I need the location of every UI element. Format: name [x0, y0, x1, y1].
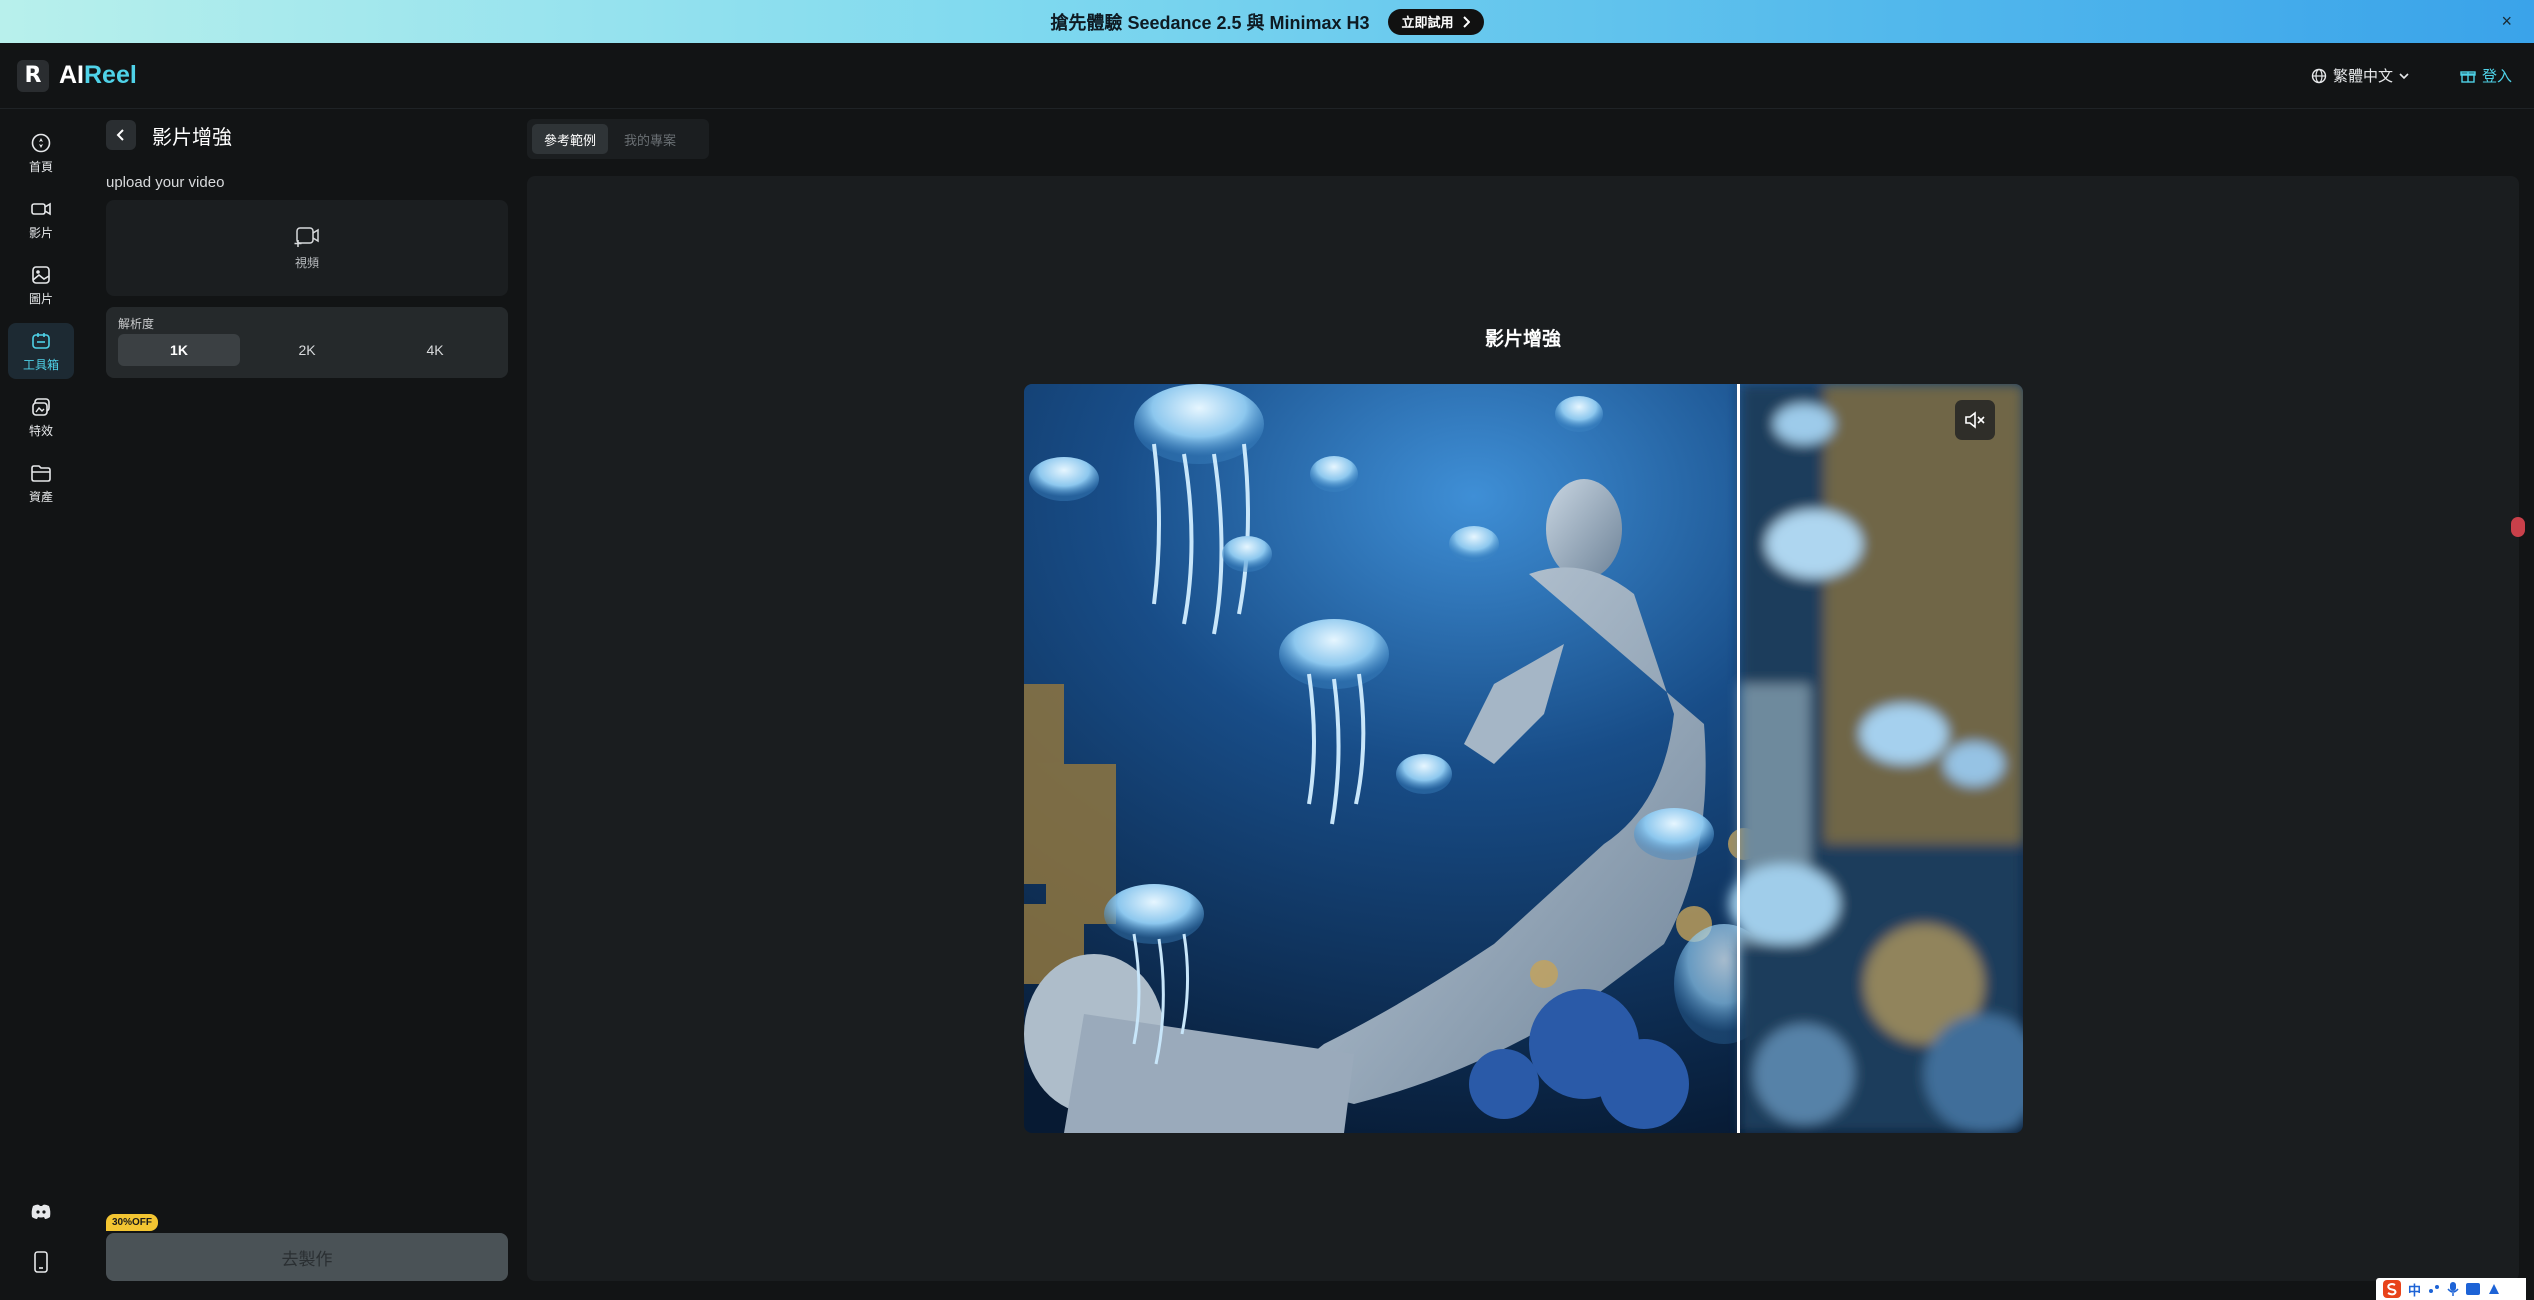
- panel-header: 影片增強: [106, 120, 232, 150]
- resolution-label: 解析度: [118, 317, 155, 331]
- resolution-option-2k[interactable]: 2K: [246, 334, 368, 366]
- resolution-option-4k[interactable]: 4K: [374, 334, 496, 366]
- main-tabs: 參考範例 我的專案: [527, 119, 709, 159]
- ime-punct-icon: [2429, 1285, 2440, 1293]
- rail-label-assets: 資產: [28, 489, 53, 504]
- rail-item-effects[interactable]: 特效: [8, 389, 74, 445]
- rail-item-image[interactable]: 圖片: [8, 257, 74, 313]
- keyboard-icon: [2466, 1283, 2481, 1295]
- banner-text: 搶先體驗 Seedance 2.5 與 Minimax H3: [1050, 12, 1370, 33]
- ime-tray[interactable]: 中: [2376, 1278, 2526, 1300]
- tab-examples[interactable]: 參考範例: [532, 124, 609, 154]
- microphone-icon: [2447, 1282, 2459, 1296]
- try-now-button[interactable]: 立即試用: [1387, 8, 1484, 35]
- chevron-left-icon: [116, 129, 124, 141]
- upload-video-button[interactable]: 視頻: [106, 200, 508, 296]
- resolution-selector: 解析度 1K 2K 4K: [106, 307, 508, 378]
- volume-mute-icon: [1965, 411, 1985, 429]
- logo-text-suffix: Reel: [84, 61, 137, 89]
- nav-rail: 首頁 影片 圖片 工具箱 特效 資產: [0, 110, 82, 1300]
- page-title: 影片增強: [152, 126, 232, 149]
- stage-title: 影片增強: [1484, 329, 1561, 350]
- discord-icon: [31, 1204, 51, 1219]
- side-floating-indicator[interactable]: [2511, 517, 2525, 537]
- home-icon: [31, 133, 51, 152]
- generate-button[interactable]: 去製作: [106, 1233, 508, 1281]
- rail-item-assets[interactable]: 資產: [8, 455, 74, 511]
- mobile-app-button[interactable]: [26, 1247, 56, 1277]
- chevron-right-icon: [1462, 15, 1470, 28]
- banner-close-button[interactable]: ×: [2501, 12, 2512, 30]
- comparison-divider[interactable]: [1737, 384, 1740, 1133]
- folder-icon: [31, 464, 51, 482]
- mute-button[interactable]: [1955, 400, 1995, 440]
- skin-icon: [2489, 1284, 2500, 1294]
- before-after-comparison[interactable]: [1024, 384, 2023, 1133]
- gift-icon: [2460, 70, 2476, 83]
- video-upload-icon: [294, 226, 319, 247]
- discount-badge: 30%OFF: [106, 1214, 159, 1231]
- discord-button[interactable]: [26, 1197, 56, 1227]
- promo-banner: 搶先體驗 Seedance 2.5 與 Minimax H3 立即試用 ×: [0, 0, 2534, 43]
- login-button[interactable]: 登入: [2460, 65, 2512, 86]
- rail-item-toolbox[interactable]: 工具箱: [8, 323, 74, 379]
- app-header: R AIReel 繁體中文 登入: [0, 43, 2534, 109]
- tab-my-projects[interactable]: 我的專案: [612, 124, 688, 154]
- rail-label-video: 影片: [28, 225, 53, 240]
- effects-icon: [32, 397, 50, 416]
- rail-label-image: 圖片: [28, 291, 53, 306]
- upload-video-label: 視頻: [294, 255, 319, 270]
- logo-text-prefix: AI: [59, 61, 84, 89]
- language-label: 繁體中文: [2332, 68, 2393, 85]
- mobile-icon: [34, 1251, 48, 1273]
- rail-label-toolbox: 工具箱: [22, 357, 59, 372]
- upload-label: upload your video: [106, 174, 225, 191]
- toolbox-icon: [32, 332, 50, 349]
- preview-stage: 影片增強: [527, 176, 2525, 1281]
- resolution-option-1k[interactable]: 1K: [118, 334, 240, 366]
- globe-icon: [2311, 68, 2327, 83]
- chevron-down-icon: [2399, 72, 2409, 79]
- logo-mark-icon: R: [17, 59, 49, 92]
- logo[interactable]: R AIReel: [17, 59, 137, 92]
- tool-panel: 影片增強 upload your video 視頻 解析度 1K 2K 4K 3…: [82, 110, 518, 1300]
- try-now-label: 立即試用: [1401, 15, 1454, 30]
- video-icon: [31, 202, 51, 215]
- back-button[interactable]: [106, 120, 136, 150]
- logo-text: AIReel: [59, 61, 137, 90]
- rail-item-video[interactable]: 影片: [8, 191, 74, 247]
- rail-label-home: 首頁: [28, 159, 53, 174]
- language-selector[interactable]: 繁體中文: [2311, 65, 2409, 86]
- rail-item-home[interactable]: 首頁: [8, 125, 74, 181]
- ime-mode-label: 中: [2408, 1282, 2422, 1298]
- sample-video-frame: [1024, 384, 2023, 1133]
- ime-logo-icon: [2383, 1280, 2401, 1298]
- rail-label-effects: 特效: [28, 423, 53, 438]
- login-label: 登入: [2481, 68, 2512, 85]
- image-icon: [32, 265, 50, 284]
